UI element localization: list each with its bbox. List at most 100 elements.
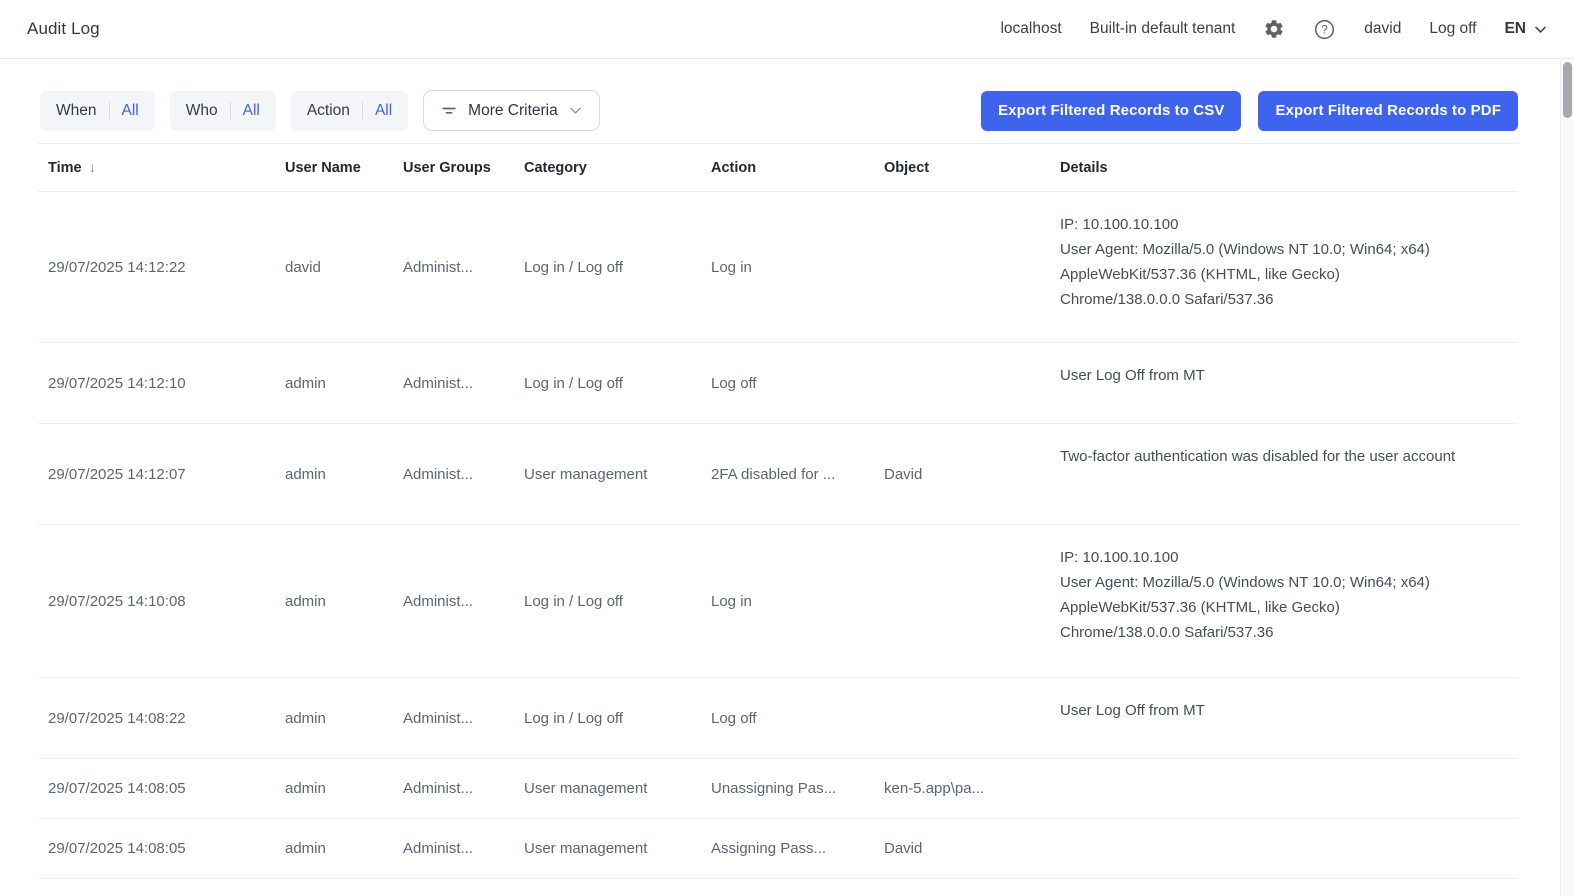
export-csv-button[interactable]: Export Filtered Records to CSV [981,91,1241,131]
table-row: 29/07/2025 14:08:22 admin Administ... Lo… [38,678,1518,759]
host-label: localhost [1000,20,1061,38]
cell-details: User Log Off from MT [1050,343,1518,424]
language-selector[interactable]: EN [1504,20,1548,38]
cell-user-groups: Administ... [393,819,514,879]
filter-chip-label: Who [186,102,218,120]
column-header-object[interactable]: Object [874,144,1050,192]
cell-details: User Log Off from MT [1050,678,1518,759]
audit-log-table-wrap: Time↓ User Name User Groups Category Act… [38,143,1518,879]
cell-action: Log in [701,525,874,678]
cell-user-name: admin [275,343,393,424]
filter-chip-value: All [122,102,139,120]
settings-button[interactable] [1263,18,1285,40]
cell-time: 29/07/2025 14:12:07 [38,424,275,525]
cell-user-groups: Administ... [393,678,514,759]
cell-user-name: admin [275,819,393,879]
export-pdf-button[interactable]: Export Filtered Records to PDF [1258,91,1518,131]
cell-details: Two-factor authentication was disabled f… [1050,424,1518,525]
cell-time: 29/07/2025 14:08:05 [38,819,275,879]
cell-user-name: david [275,192,393,343]
vertical-scrollbar-thumb[interactable] [1563,62,1572,118]
topbar: Audit Log localhost Built-in default ten… [0,0,1574,59]
table-header-row: Time↓ User Name User Groups Category Act… [38,144,1518,192]
logoff-link[interactable]: Log off [1429,20,1476,38]
cell-action: 2FA disabled for ... [701,424,874,525]
cell-category: Log in / Log off [514,525,701,678]
cell-user-groups: Administ... [393,192,514,343]
cell-user-name: admin [275,759,393,819]
column-label: User Groups [403,160,491,176]
page-title: Audit Log [27,19,100,39]
cell-time: 29/07/2025 14:12:10 [38,343,275,424]
cell-category: User management [514,819,701,879]
cell-action: Unassigning Pas... [701,759,874,819]
cell-details [1050,819,1518,879]
cell-object: ken-5.app\pa... [874,759,1050,819]
chip-divider [109,102,110,119]
chip-divider [362,102,363,119]
language-label: EN [1504,20,1526,38]
more-criteria-label: More Criteria [468,102,558,120]
filter-chip-who[interactable]: Who All [170,91,276,131]
cell-user-groups: Administ... [393,525,514,678]
cell-details [1050,759,1518,819]
column-header-category[interactable]: Category [514,144,701,192]
cell-time: 29/07/2025 14:12:22 [38,192,275,343]
cell-time: 29/07/2025 14:08:05 [38,759,275,819]
help-button[interactable]: ? [1313,18,1336,41]
filter-chip-action[interactable]: Action All [291,91,408,131]
cell-category: User management [514,424,701,525]
column-header-time[interactable]: Time↓ [38,144,275,192]
more-criteria-button[interactable]: More Criteria [423,90,600,131]
chevron-down-icon [568,103,583,118]
user-menu[interactable]: david [1364,20,1401,38]
vertical-scrollbar-track[interactable] [1560,60,1574,896]
gear-icon [1263,18,1285,40]
cell-user-name: admin [275,424,393,525]
filter-icon [440,102,458,120]
sort-desc-icon: ↓ [89,159,97,176]
cell-user-name: admin [275,678,393,759]
cell-user-groups: Administ... [393,343,514,424]
column-label: Category [524,160,587,176]
filter-chip-value: All [243,102,260,120]
column-label: Action [711,160,756,176]
cell-object [874,678,1050,759]
cell-category: User management [514,759,701,819]
column-header-user-groups[interactable]: User Groups [393,144,514,192]
column-header-user-name[interactable]: User Name [275,144,393,192]
filter-chip-label: Action [307,102,350,120]
svg-text:?: ? [1321,22,1328,36]
export-buttons: Export Filtered Records to CSV Export Fi… [981,91,1518,131]
cell-user-groups: Administ... [393,424,514,525]
column-header-details[interactable]: Details [1050,144,1518,192]
toolbar: When All Who All Action All More Criteri… [0,90,1574,131]
chevron-down-icon [1533,22,1548,37]
cell-object: David [874,424,1050,525]
filter-chip-when[interactable]: When All [40,91,155,131]
tenant-label: Built-in default tenant [1090,20,1236,38]
table-row: 29/07/2025 14:12:10 admin Administ... Lo… [38,343,1518,424]
cell-details: IP: 10.100.10.100 User Agent: Mozilla/5.… [1050,192,1518,343]
column-header-action[interactable]: Action [701,144,874,192]
table-row: 29/07/2025 14:12:07 admin Administ... Us… [38,424,1518,525]
filter-chips: When All Who All Action All More Criteri… [40,90,600,131]
audit-log-table: Time↓ User Name User Groups Category Act… [38,143,1518,879]
table-row: 29/07/2025 14:08:05 admin Administ... Us… [38,759,1518,819]
cell-object [874,525,1050,678]
help-icon: ? [1313,18,1336,41]
column-label: Object [884,160,929,176]
cell-object: David [874,819,1050,879]
cell-user-groups: Administ... [393,759,514,819]
table-body: 29/07/2025 14:12:22 david Administ... Lo… [38,192,1518,879]
cell-category: Log in / Log off [514,678,701,759]
column-label: Details [1060,160,1108,176]
cell-action: Log off [701,343,874,424]
cell-user-name: admin [275,525,393,678]
chip-divider [230,102,231,119]
table-row: 29/07/2025 14:08:05 admin Administ... Us… [38,819,1518,879]
column-label: User Name [285,160,361,176]
cell-action: Log in [701,192,874,343]
cell-time: 29/07/2025 14:10:08 [38,525,275,678]
cell-category: Log in / Log off [514,343,701,424]
